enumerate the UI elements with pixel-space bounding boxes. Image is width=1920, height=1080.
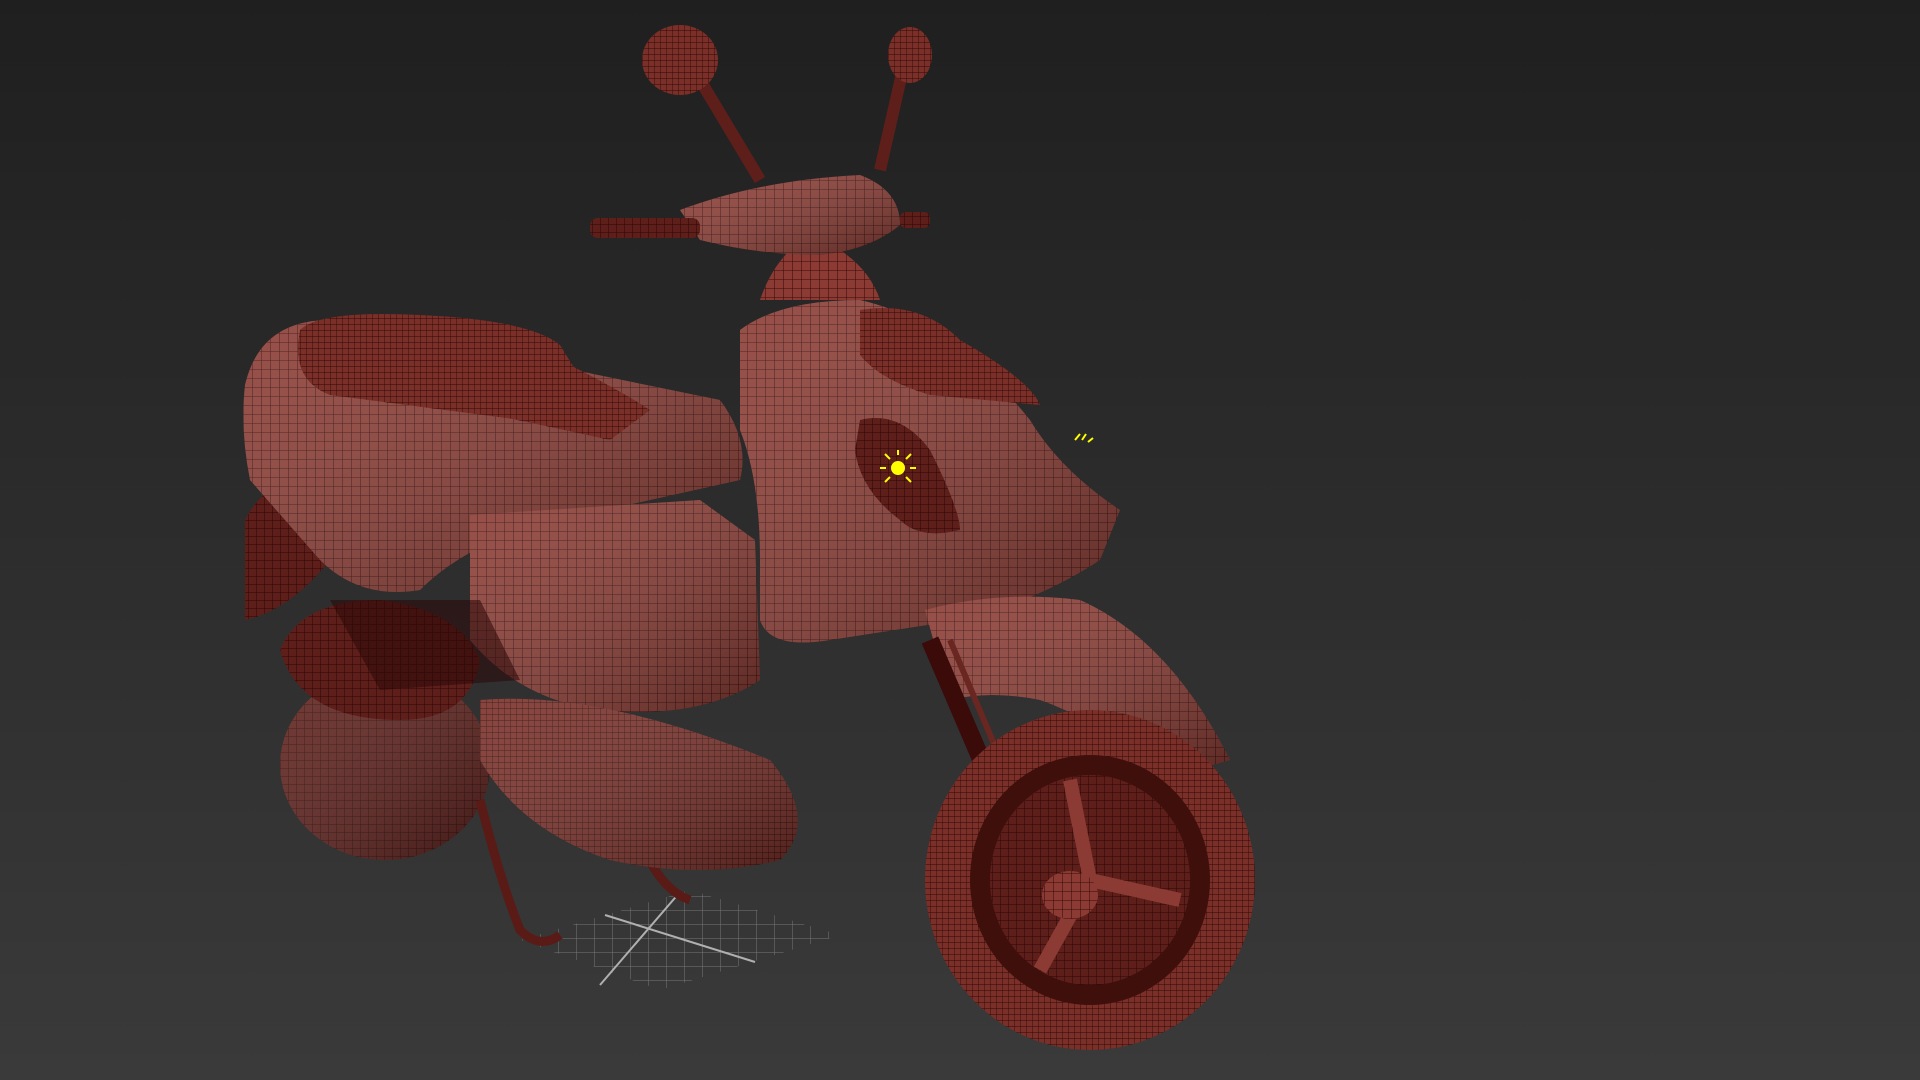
mirror-right[interactable] xyxy=(874,27,932,172)
front-wheel[interactable] xyxy=(925,710,1255,1050)
ground-grid xyxy=(520,890,840,990)
mirror-left[interactable] xyxy=(642,25,766,184)
scene-canvas[interactable] xyxy=(0,0,1920,1080)
handlebar[interactable] xyxy=(590,175,930,300)
light-icon[interactable] xyxy=(1074,433,1094,443)
leg-shield[interactable] xyxy=(740,300,1120,643)
floorboard[interactable] xyxy=(480,698,798,870)
3d-viewport[interactable] xyxy=(0,0,1920,1080)
